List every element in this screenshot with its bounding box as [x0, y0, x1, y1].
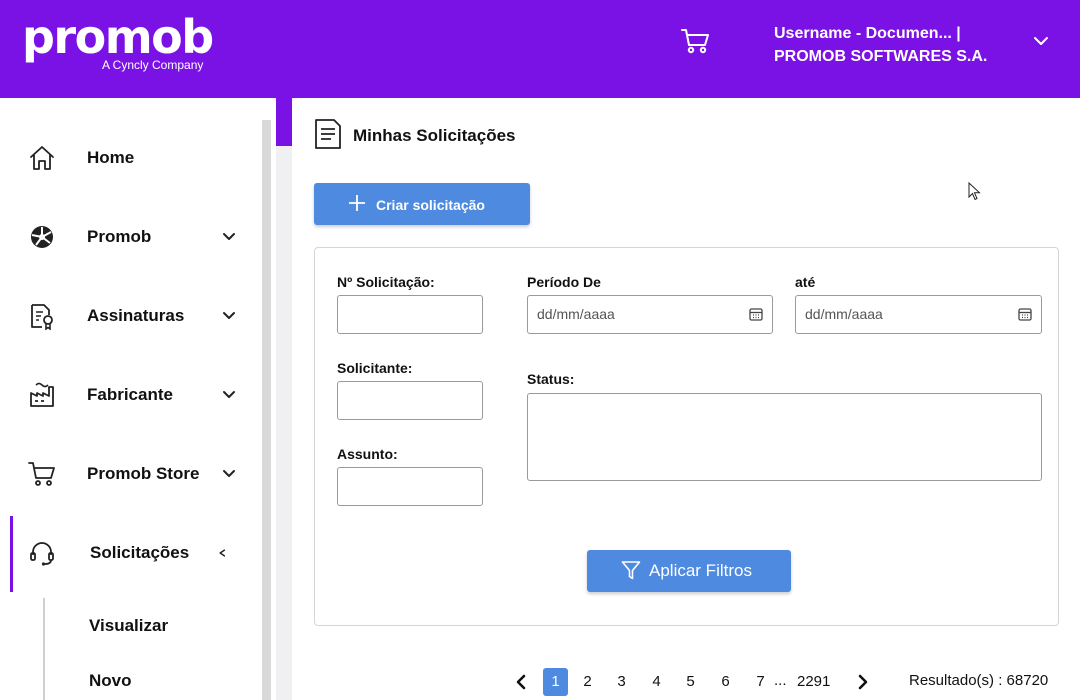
chevron-down-icon	[223, 233, 235, 240]
status-label: Status:	[527, 371, 575, 387]
logo-wordmark: promob	[22, 10, 214, 64]
pagination-ellipsis: ...	[774, 672, 787, 689]
page-button-7[interactable]: 7	[748, 668, 773, 696]
period-to-input[interactable]: dd/mm/aaaa	[795, 295, 1042, 334]
sidebar-item-label: Fabricante	[87, 385, 173, 404]
status-field[interactable]	[527, 393, 1042, 481]
requester-input[interactable]	[337, 381, 483, 420]
pagination: 1 2 3 4 5 6 7 ... 2291 Resultado(s) : 68…	[292, 668, 1080, 698]
chevron-down-icon	[223, 312, 235, 319]
period-from-input[interactable]: dd/mm/aaaa	[527, 295, 773, 334]
date-placeholder: dd/mm/aaaa	[537, 306, 615, 322]
date-placeholder: dd/mm/aaaa	[805, 306, 883, 322]
sidebar-item-promob[interactable]: Promob	[0, 207, 262, 267]
promob-icon	[31, 226, 53, 248]
cart-icon[interactable]	[680, 27, 710, 55]
user-name: Username - Documen... |	[774, 25, 961, 42]
sidebar-item-assinaturas[interactable]: Assinaturas	[0, 286, 262, 346]
certificate-icon	[31, 304, 53, 330]
active-indicator	[10, 516, 13, 592]
chevron-right-icon[interactable]	[857, 674, 869, 690]
period-from-label: Período De	[527, 274, 601, 290]
result-count: Resultado(s) : 68720	[909, 672, 1049, 689]
chevron-down-icon	[223, 470, 235, 477]
create-request-label: Criar solicitação	[376, 197, 485, 213]
chevron-down-icon	[223, 391, 235, 398]
user-account-menu[interactable]: Username - Documen... | PROMOB SOFTWARES…	[774, 22, 987, 68]
chevron-left-icon	[219, 549, 226, 557]
subject-input[interactable]	[337, 467, 483, 506]
page-button-5[interactable]: 5	[678, 668, 703, 696]
sidebar-item-promob-store[interactable]: Promob Store	[0, 444, 262, 504]
sidebar-scrollbar[interactable]	[262, 120, 271, 700]
home-icon	[30, 146, 54, 170]
company-name: PROMOB SOFTWARES S.A.	[774, 48, 988, 65]
chevron-left-icon[interactable]	[515, 674, 527, 690]
mouse-cursor-icon	[968, 182, 981, 201]
promob-logo[interactable]: promob A Cyncly Company	[22, 10, 214, 72]
submenu-line	[43, 598, 45, 700]
chevron-down-icon[interactable]	[1032, 35, 1050, 47]
page-button-6[interactable]: 6	[713, 668, 738, 696]
create-request-button[interactable]: Criar solicitação	[314, 183, 530, 225]
apply-filters-label: Aplicar Filtros	[649, 561, 752, 580]
sidebar-item-fabricante[interactable]: Fabricante	[0, 365, 262, 425]
filter-panel: Nº Solicitação: Período De dd/mm/aaaa at…	[314, 247, 1059, 626]
sidebar-subitem-novo[interactable]: Novo	[89, 671, 132, 691]
plus-icon	[349, 195, 365, 211]
page-button-2[interactable]: 2	[575, 668, 600, 696]
headset-icon	[30, 542, 54, 566]
cart-icon	[28, 462, 55, 486]
page-button-4[interactable]: 4	[644, 668, 669, 696]
apply-filters-button[interactable]: Aplicar Filtros	[587, 550, 791, 592]
main-panel: Minhas Solicitações Criar solicitação Nº…	[292, 98, 1080, 700]
sidebar-item-label: Assinaturas	[87, 306, 185, 325]
calendar-icon[interactable]	[749, 307, 763, 321]
top-header: promob A Cyncly Company Username - Docum…	[0, 0, 1080, 98]
header-accent	[276, 98, 292, 146]
page-button-1[interactable]: 1	[543, 668, 568, 696]
sidebar: Home Promob Assinaturas Fabricante Promo…	[0, 98, 276, 700]
logo-subtitle: A Cyncly Company	[102, 58, 204, 72]
request-number-label: Nº Solicitação:	[337, 274, 435, 290]
page-button-last[interactable]: 2291	[797, 668, 830, 696]
document-icon	[315, 119, 341, 149]
sidebar-item-label: Promob	[87, 227, 152, 246]
page-button-3[interactable]: 3	[609, 668, 634, 696]
request-number-input[interactable]	[337, 295, 483, 334]
factory-icon	[30, 382, 54, 407]
requester-label: Solicitante:	[337, 360, 413, 376]
sidebar-item-home[interactable]: Home	[0, 128, 262, 188]
sidebar-item-label: Solicitações	[90, 543, 190, 562]
sidebar-item-solicitacoes[interactable]: Solicitações	[0, 516, 262, 592]
sidebar-item-label: Home	[87, 148, 135, 167]
subject-label: Assunto:	[337, 446, 398, 462]
filter-icon	[621, 561, 641, 580]
period-to-label: até	[795, 274, 816, 290]
calendar-icon[interactable]	[1018, 307, 1032, 321]
sidebar-subitem-visualizar[interactable]: Visualizar	[89, 616, 168, 636]
page-title: Minhas Solicitações	[353, 126, 516, 145]
sidebar-item-label: Promob Store	[87, 464, 200, 483]
